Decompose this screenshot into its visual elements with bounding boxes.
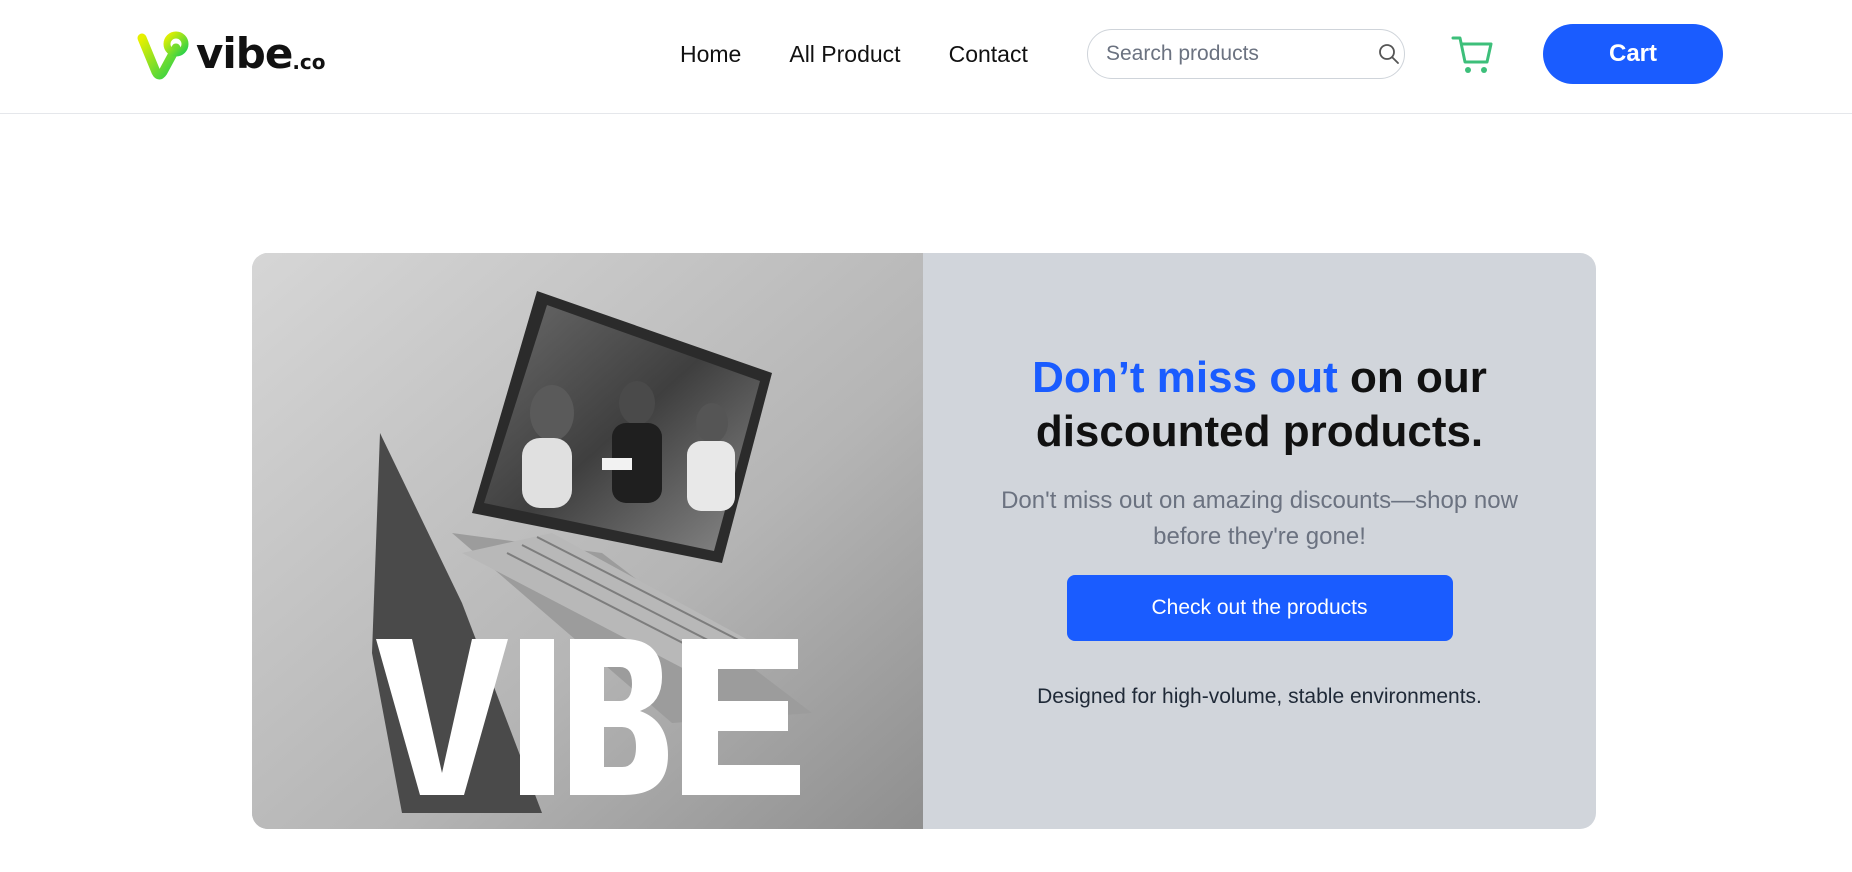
- promo-headline: Don’t miss out on our discounted product…: [990, 351, 1530, 459]
- site-header: vibe .co Home All Product Contact Cart: [0, 0, 1852, 114]
- cart-icon[interactable]: [1449, 30, 1497, 78]
- nav-all-product[interactable]: All Product: [789, 38, 900, 70]
- cart-button[interactable]: Cart: [1543, 24, 1723, 84]
- promo-subtext: Don't miss out on amazing discounts—shop…: [1001, 487, 1518, 550]
- brand-tld: .co: [292, 50, 326, 74]
- brand-logo[interactable]: vibe .co: [136, 28, 326, 80]
- check-products-button[interactable]: Check out the products: [1066, 575, 1453, 641]
- nav-contact[interactable]: Contact: [949, 38, 1028, 70]
- promo-content: Don’t miss out on our discounted product…: [923, 253, 1596, 829]
- search-input[interactable]: [1106, 42, 1377, 66]
- laptop-promo-image: [252, 253, 923, 829]
- promo-banner: Don’t miss out on our discounted product…: [252, 253, 1596, 829]
- vibe-logo-icon: [137, 31, 189, 80]
- search-icon[interactable]: [1377, 41, 1401, 67]
- promo-tagline: Designed for high-volume, stable environ…: [1037, 685, 1482, 708]
- search-box: [1087, 29, 1405, 79]
- headline-accent: Don’t miss out: [1032, 353, 1338, 402]
- brand-name: vibe: [196, 29, 293, 78]
- nav-home[interactable]: Home: [680, 38, 741, 70]
- main-nav: Home All Product Contact: [680, 38, 1028, 70]
